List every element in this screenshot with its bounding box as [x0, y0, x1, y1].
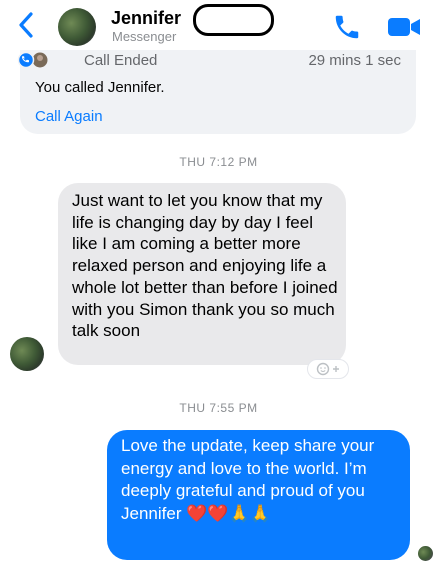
sender-avatar[interactable]: [10, 337, 44, 371]
phone-icon[interactable]: [332, 12, 362, 42]
conversation-header: Jennifer Messenger: [0, 0, 437, 50]
call-description: You called Jennifer.: [35, 79, 165, 96]
call-participants-icon: [17, 52, 48, 68]
incoming-message-text: Just want to let you know that my life i…: [72, 191, 338, 341]
call-again-button[interactable]: Call Again: [35, 108, 103, 125]
read-receipt-avatar: [418, 546, 433, 561]
contact-subtitle: Messenger: [112, 29, 177, 44]
contact-name[interactable]: Jennifer: [111, 8, 181, 29]
message-timestamp: THU 7:55 PM: [179, 401, 258, 415]
message-timestamp: THU 7:12 PM: [179, 155, 258, 169]
contact-avatar[interactable]: [58, 8, 96, 46]
call-status: Call Ended: [84, 52, 158, 69]
redaction-mark: [193, 4, 274, 36]
call-duration: 29 mins 1 sec: [308, 52, 401, 69]
back-chevron-icon[interactable]: [14, 10, 38, 40]
video-camera-icon[interactable]: [386, 14, 422, 40]
outgoing-message-text: Love the update, keep share your energy …: [121, 436, 375, 523]
add-reaction-icon[interactable]: [307, 359, 349, 379]
